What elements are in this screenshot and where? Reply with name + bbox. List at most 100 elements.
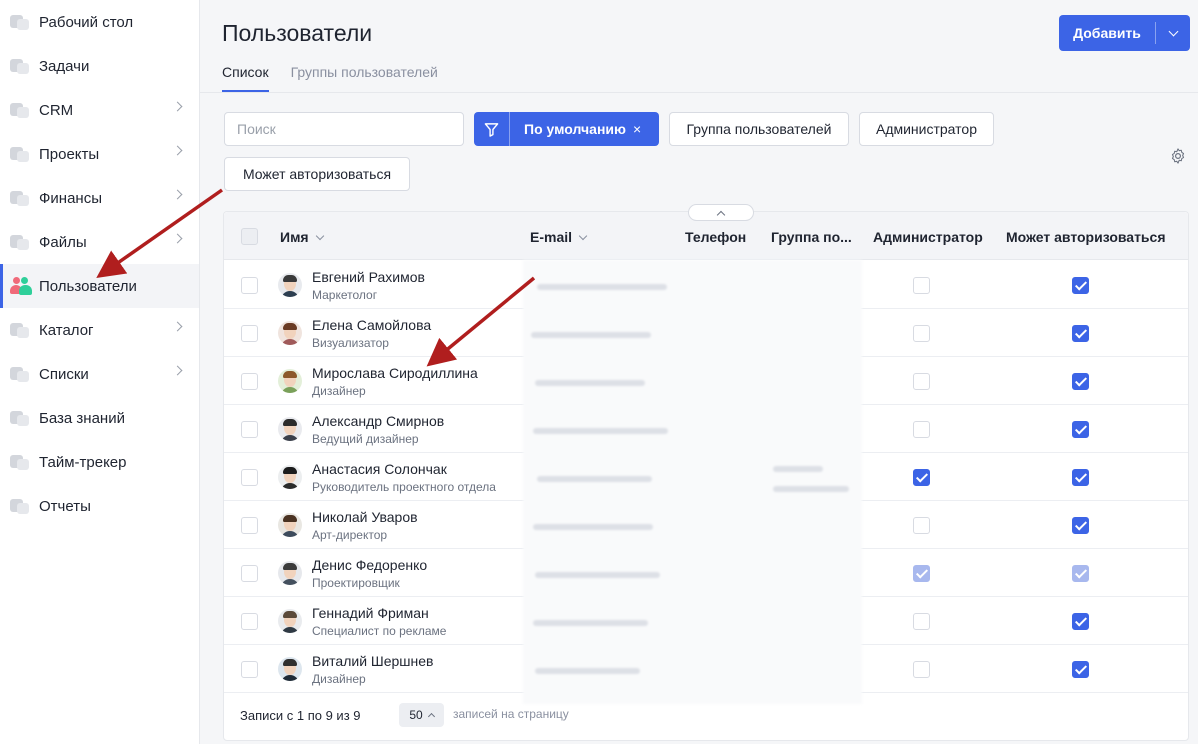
row-select-checkbox[interactable] bbox=[241, 277, 258, 294]
column-can-login[interactable]: Может авторизоваться bbox=[1006, 229, 1166, 245]
search-input[interactable] bbox=[224, 112, 464, 146]
filter-chip-admin[interactable]: Администратор bbox=[859, 112, 994, 146]
filter-preset-label: По умолчанию bbox=[524, 121, 626, 137]
user-name[interactable]: Анастасия Солончак bbox=[312, 461, 447, 477]
can-login-checkbox[interactable] bbox=[1072, 325, 1089, 342]
filter-icon[interactable] bbox=[474, 112, 510, 146]
admin-checkbox[interactable] bbox=[913, 517, 930, 534]
records-count: Записи с 1 по 9 из 9 bbox=[240, 708, 361, 723]
admin-checkbox[interactable] bbox=[913, 373, 930, 390]
admin-checkbox[interactable] bbox=[913, 661, 930, 678]
user-name[interactable]: Евгений Рахимов bbox=[312, 269, 425, 285]
collapse-filters-toggle[interactable] bbox=[688, 204, 754, 221]
column-email-label: E-mail bbox=[530, 229, 573, 245]
can-login-checkbox[interactable] bbox=[1072, 661, 1089, 678]
row-select-checkbox[interactable] bbox=[241, 421, 258, 438]
lists-icon bbox=[10, 365, 30, 383]
chevron-down-icon bbox=[578, 231, 588, 241]
sidebar-item-label: Рабочий стол bbox=[39, 13, 134, 31]
sidebar-item-users[interactable]: Пользователи bbox=[0, 264, 199, 308]
sidebar-item-lists[interactable]: Списки bbox=[0, 352, 199, 396]
can-login-checkbox[interactable] bbox=[1072, 517, 1089, 534]
sidebar-item-files[interactable]: Файлы bbox=[0, 220, 199, 264]
can-login-checkbox[interactable] bbox=[1072, 469, 1089, 486]
catalog-icon bbox=[10, 321, 30, 339]
tasks-icon bbox=[10, 57, 30, 75]
column-name[interactable]: Имя bbox=[280, 229, 324, 245]
admin-checkbox[interactable] bbox=[913, 325, 930, 342]
avatar bbox=[278, 417, 302, 441]
can-login-checkbox[interactable] bbox=[1072, 373, 1089, 390]
select-all-checkbox[interactable] bbox=[241, 228, 258, 245]
user-name[interactable]: Елена Самойлова bbox=[312, 317, 431, 333]
admin-checkbox[interactable] bbox=[913, 421, 930, 438]
tab-list[interactable]: Список bbox=[222, 56, 269, 92]
filter-chip-can-login[interactable]: Может авторизоваться bbox=[224, 157, 410, 191]
column-group[interactable]: Группа по... bbox=[771, 229, 852, 245]
sidebar-item-label: Финансы bbox=[39, 189, 102, 207]
sidebar-item-projects[interactable]: Проекты bbox=[0, 132, 199, 176]
avatar bbox=[278, 321, 302, 345]
user-name[interactable]: Александр Смирнов bbox=[312, 413, 444, 429]
row-select-checkbox[interactable] bbox=[241, 373, 258, 390]
can-login-checkbox[interactable] bbox=[1072, 277, 1089, 294]
add-button-group: Добавить bbox=[1059, 15, 1190, 51]
sidebar-item-label: Тайм-трекер bbox=[39, 453, 127, 471]
row-select-checkbox[interactable] bbox=[241, 517, 258, 534]
per-page-label: записей на страницу bbox=[453, 707, 569, 721]
admin-checkbox[interactable] bbox=[913, 613, 930, 630]
row-select-checkbox[interactable] bbox=[241, 565, 258, 582]
finance-icon bbox=[10, 189, 30, 207]
gear-icon[interactable] bbox=[1169, 147, 1187, 165]
add-button[interactable]: Добавить bbox=[1059, 15, 1155, 51]
user-name[interactable]: Геннадий Фриман bbox=[312, 605, 429, 621]
redacted-region bbox=[523, 260, 862, 704]
per-page-select[interactable]: 50 bbox=[399, 703, 444, 727]
column-phone[interactable]: Телефон bbox=[685, 229, 746, 245]
column-email[interactable]: E-mail bbox=[530, 229, 588, 245]
user-name[interactable]: Виталий Шершнев bbox=[312, 653, 434, 669]
chevron-down-icon bbox=[315, 231, 324, 241]
dashboard-icon bbox=[10, 13, 30, 31]
user-position: Руководитель проектного отдела bbox=[312, 480, 496, 494]
sidebar-item-knowledge-base[interactable]: База знаний bbox=[0, 396, 199, 440]
can-login-checkbox[interactable] bbox=[1072, 421, 1089, 438]
filter-chip-user-group[interactable]: Группа пользователей bbox=[669, 112, 849, 146]
row-select-checkbox[interactable] bbox=[241, 613, 258, 630]
user-name[interactable]: Мирослава Сиродиллина bbox=[312, 365, 478, 381]
chevron-right-icon[interactable] bbox=[172, 189, 183, 200]
user-name[interactable]: Николай Уваров bbox=[312, 509, 418, 525]
user-position: Маркетолог bbox=[312, 288, 378, 302]
sidebar-item-reports[interactable]: Отчеты bbox=[0, 484, 199, 528]
sidebar-item-crm[interactable]: CRM bbox=[0, 88, 199, 132]
chevron-right-icon[interactable] bbox=[172, 321, 183, 332]
admin-checkbox[interactable] bbox=[913, 277, 930, 294]
users-icon bbox=[10, 277, 32, 297]
crm-icon bbox=[10, 101, 30, 119]
can-login-checkbox[interactable] bbox=[1072, 613, 1089, 630]
row-select-checkbox[interactable] bbox=[241, 325, 258, 342]
chevron-right-icon[interactable] bbox=[172, 101, 183, 112]
avatar bbox=[278, 369, 302, 393]
chevron-right-icon[interactable] bbox=[172, 145, 183, 156]
tab-user-groups[interactable]: Группы пользователей bbox=[291, 56, 438, 92]
row-select-checkbox[interactable] bbox=[241, 661, 258, 678]
chevron-right-icon[interactable] bbox=[172, 365, 183, 376]
sidebar-item-dashboard[interactable]: Рабочий стол bbox=[0, 0, 199, 44]
close-icon[interactable]: × bbox=[626, 112, 641, 146]
sidebar-item-finance[interactable]: Финансы bbox=[0, 176, 199, 220]
can-login-checkbox bbox=[1072, 565, 1089, 582]
add-dropdown-button[interactable] bbox=[1156, 15, 1190, 51]
admin-checkbox[interactable] bbox=[913, 469, 930, 486]
user-position: Дизайнер bbox=[312, 384, 366, 398]
row-select-checkbox[interactable] bbox=[241, 469, 258, 486]
chevron-right-icon[interactable] bbox=[172, 233, 183, 244]
column-admin[interactable]: Администратор bbox=[873, 229, 983, 245]
sidebar-item-label: Пользователи bbox=[39, 277, 137, 295]
user-name[interactable]: Денис Федоренко bbox=[312, 557, 427, 573]
filter-preset[interactable]: По умолчанию × bbox=[474, 112, 659, 146]
sidebar-item-catalog[interactable]: Каталог bbox=[0, 308, 199, 352]
sidebar-item-time-tracker[interactable]: Тайм-трекер bbox=[0, 440, 199, 484]
user-position: Ведущий дизайнер bbox=[312, 432, 419, 446]
sidebar-item-tasks[interactable]: Задачи bbox=[0, 44, 199, 88]
